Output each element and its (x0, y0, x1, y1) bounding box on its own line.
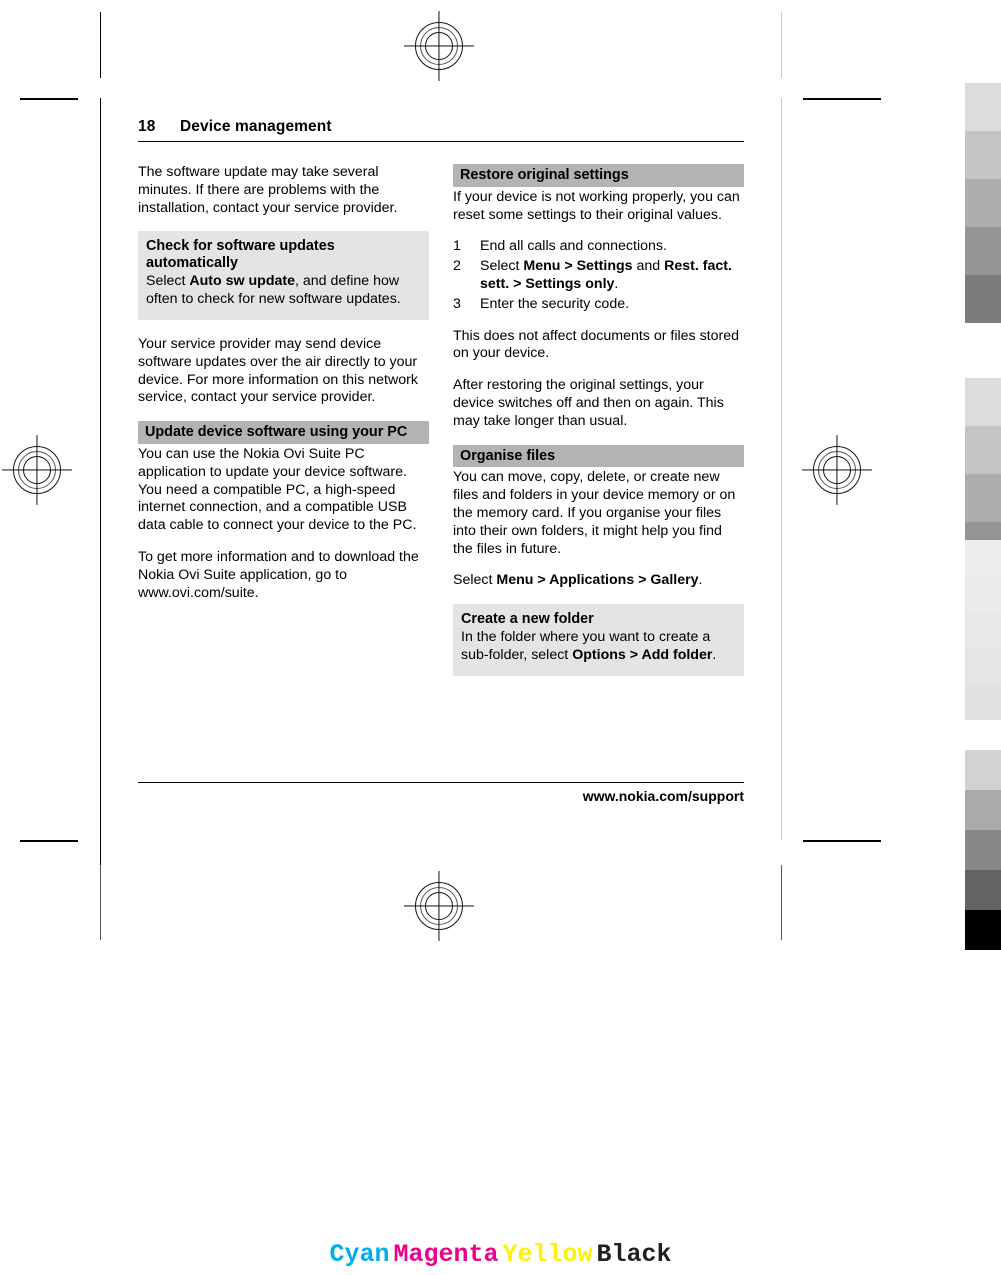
ui-string: > (560, 258, 577, 275)
page-header: 18 Device management (138, 118, 744, 142)
ui-string: > (509, 275, 526, 292)
density-patch (965, 612, 1001, 648)
create-a-new-folder-text: In the folder where you want to create a… (461, 629, 717, 664)
registration-crosshair-vertical (438, 871, 440, 941)
ui-string: > (634, 572, 651, 589)
registration-crosshair-vertical (836, 435, 838, 505)
density-patch (965, 910, 1001, 950)
step-number: 3 (453, 295, 461, 312)
density-patch (965, 179, 1001, 227)
ovi-suite-requirements-paragraph: You can use the Nokia Ovi Suite PC appli… (138, 445, 417, 534)
page-number: 18 (138, 118, 156, 135)
organise-files-intro: You can move, copy, delete, or create ne… (453, 469, 736, 557)
cmyk-colour-bar-labels: Cyan Magenta Yellow Black (0, 1240, 1001, 1269)
ui-string: Menu (496, 572, 534, 589)
organise-files-heading: Organise files (453, 444, 744, 468)
density-patch (965, 426, 1001, 474)
density-patch (965, 576, 1001, 612)
density-patch (965, 227, 1001, 275)
colour-bar-label: Black (596, 1240, 672, 1269)
density-patch (965, 131, 1001, 179)
ui-string: Applications (549, 572, 635, 589)
density-patch (965, 790, 1001, 830)
left-column: The software update may take several min… (138, 164, 429, 692)
ui-string: Gallery (650, 572, 699, 589)
density-patch (965, 378, 1001, 426)
step-number: 1 (453, 238, 461, 255)
colour-bar-label: Yellow (502, 1240, 593, 1269)
density-patch (965, 540, 1001, 576)
density-patch (965, 750, 1001, 790)
registration-mark-top (404, 11, 474, 81)
check-updates-automatically-heading: Check for software updates automatically (146, 238, 335, 272)
page-footer: www.nokia.com/support (138, 782, 744, 804)
restore-original-settings-steps: 1 End all calls and connections. 2 Select M… (453, 238, 744, 313)
procedure-step: 2 Select Menu > Settings and Rest. fact. … (453, 258, 744, 294)
ui-string: Menu (523, 258, 561, 275)
highlight-strip (965, 540, 1001, 720)
over-the-air-updates-paragraph: Your service provider may send device so… (138, 336, 418, 406)
registration-crosshair-vertical (36, 435, 38, 505)
step-text: End all calls and connections. (480, 238, 667, 255)
ui-string: Settings (576, 258, 633, 275)
check-updates-automatically-box: Check for software updates automatically… (138, 231, 429, 321)
crop-top-right-horizontal (803, 98, 881, 100)
crop-top-left-vertical-2 (100, 98, 102, 938)
ui-string: Auto sw update (189, 273, 295, 290)
check-updates-automatically-text: Select Auto sw update, and define how of… (146, 273, 401, 308)
step-text: Enter the security code. (480, 295, 630, 312)
density-patch (965, 275, 1001, 323)
crop-bottom-right-vertical (781, 865, 783, 940)
procedure-step: 3 Enter the security code. (453, 296, 744, 314)
restore-restart-notice-paragraph: After restoring the original settings, y… (453, 377, 724, 429)
software-update-duration-paragraph: The software update may take several min… (138, 164, 398, 216)
crop-top-left-horizontal (20, 98, 78, 100)
colour-bar-label: Magenta (393, 1240, 499, 1269)
crop-bottom-right-horizontal (803, 840, 881, 842)
organise-files-menu-path: Select Menu > Applications > Gallery. (453, 572, 703, 589)
density-patch (965, 684, 1001, 720)
ui-string: > (625, 647, 642, 664)
ui-string: Add folder (641, 647, 713, 664)
restore-original-settings-intro: If your device is not working properly, … (453, 188, 740, 223)
grayscale-strip-upper (965, 83, 1001, 323)
ui-string: Settings only (525, 275, 615, 292)
ui-string: > (533, 572, 550, 589)
density-patch (965, 870, 1001, 910)
registration-mark-right (802, 435, 872, 505)
chapter-title: Device management (180, 118, 332, 135)
density-patch (965, 83, 1001, 131)
step-text: Select Menu > Settings and Rest. fact. s… (480, 258, 732, 292)
restore-does-not-affect-files-paragraph: This does not affect documents or files … (453, 327, 740, 362)
restore-original-settings-heading: Restore original settings (453, 164, 744, 187)
crop-bottom-left-horizontal (20, 840, 78, 842)
update-device-software-using-pc-heading: Update device software using your PC (138, 421, 429, 444)
registration-mark-bottom (404, 871, 474, 941)
density-patch (965, 830, 1001, 870)
ui-string: Options (572, 647, 626, 664)
density-patch (965, 648, 1001, 684)
crop-bottom-left-vertical (100, 865, 102, 940)
create-a-new-folder-heading: Create a new folder (461, 611, 594, 628)
support-url: www.nokia.com/support (582, 788, 744, 804)
crop-top-left-vertical (100, 12, 102, 78)
step-number: 2 (453, 258, 461, 275)
colour-bar-label: Cyan (329, 1240, 390, 1269)
page-content: 18 Device management The software update… (138, 118, 744, 692)
crop-right-inner-vertical (781, 98, 783, 840)
create-a-new-folder-box: Create a new folder In the folder where … (453, 604, 744, 676)
ovi-suite-download-paragraph: To get more information and to download … (138, 549, 419, 601)
update-device-software-using-pc-section: Update device software using your PC You… (138, 421, 429, 602)
density-patch (965, 474, 1001, 522)
crop-top-right-vertical (781, 12, 783, 78)
shadow-strip-lower (965, 750, 1001, 950)
registration-mark-left (2, 435, 72, 505)
right-column: Restore original settings If your device… (453, 164, 744, 692)
registration-crosshair-vertical (438, 11, 440, 81)
procedure-step: 1 End all calls and connections. (453, 238, 744, 256)
two-column-layout: The software update may take several min… (138, 164, 744, 692)
